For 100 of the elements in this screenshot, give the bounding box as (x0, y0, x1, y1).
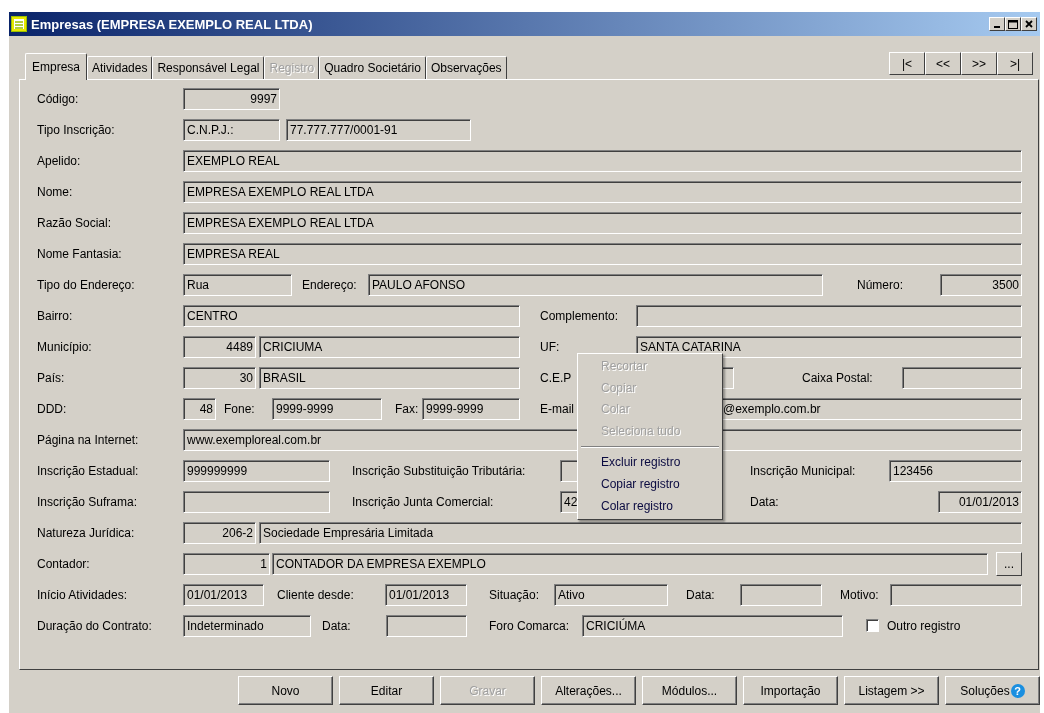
tab[interactable]: Quadro Societário (319, 56, 426, 79)
checkbox[interactable] (866, 619, 879, 632)
record-nav-button[interactable]: |< (889, 52, 925, 75)
text-field[interactable]: 77.777.777/0001-91 (286, 118, 471, 141)
text-field[interactable]: PAULO AFONSO (368, 273, 823, 296)
text-field[interactable]: 1 (183, 552, 270, 575)
action-button[interactable]: Novo (238, 676, 333, 705)
maximize-button[interactable] (1005, 17, 1021, 31)
maximize-icon (1008, 19, 1018, 29)
tab[interactable]: Responsável Legal (152, 56, 265, 79)
text-field[interactable]: 9997 (183, 87, 280, 110)
field-label: Nome: (37, 184, 74, 199)
menu-item[interactable]: Excluir registro (578, 452, 722, 474)
text-field[interactable]: EMPRESA EXEMPLO REAL LTDA (183, 211, 1022, 234)
record-nav-button[interactable]: << (925, 52, 961, 75)
text-field[interactable] (740, 583, 822, 606)
field-label: Número: (857, 277, 904, 292)
field-label: Tipo Inscrição: (37, 122, 116, 137)
text-field[interactable]: EMPRESA EXEMPLO REAL LTDA (183, 180, 1022, 203)
text-field[interactable]: Sociedade Empresária Limitada (259, 521, 1022, 544)
field-label: Caixa Postal: (802, 370, 874, 385)
text-field[interactable] (183, 490, 330, 513)
field-label: Foro Comarca: (489, 618, 571, 633)
text-field[interactable]: 01/01/2013 (938, 490, 1022, 513)
tab[interactable]: Atividades (87, 56, 153, 79)
menu-item[interactable]: Copiar registro (578, 473, 722, 496)
action-button[interactable]: Soluções ? (945, 676, 1040, 705)
text-field[interactable] (386, 614, 467, 637)
minimize-button[interactable] (989, 17, 1005, 31)
close-icon (1025, 20, 1033, 28)
tab[interactable]: Empresa (25, 53, 88, 80)
field-label: Inscrição Substituição Tributária: (352, 463, 527, 478)
field-label: E-mail (540, 401, 575, 416)
text-field[interactable]: CENTRO (183, 304, 520, 327)
field-label: Inscrição Municipal: (750, 463, 857, 478)
text-field[interactable]: 30 (183, 366, 256, 389)
text-field[interactable]: 9999-9999 (422, 397, 520, 420)
field-label: Cliente desde: (277, 587, 355, 602)
text-field[interactable] (636, 304, 1022, 327)
field-label: Nome Fantasia: (37, 246, 123, 261)
text-field[interactable]: 01/01/2013 (385, 583, 467, 606)
field-label: Contador: (37, 556, 91, 571)
field-label: Natureza Jurídica: (37, 525, 136, 540)
text-field[interactable]: Indeterminado (183, 614, 311, 637)
field-label: Inscrição Suframa: (37, 494, 139, 509)
field-label: Apelido: (37, 153, 82, 168)
help-icon: ? (1010, 683, 1025, 698)
text-field[interactable]: 206-2 (183, 521, 256, 544)
text-field[interactable]: CONTADOR DA EMPRESA EXEMPLO (272, 552, 988, 575)
record-nav-button[interactable]: >| (997, 52, 1033, 75)
text-field[interactable]: SANTA CATARINA (636, 335, 1022, 358)
text-field[interactable]: 3500 (940, 273, 1022, 296)
text-field[interactable]: 123456 (889, 459, 1022, 482)
field-label: Motivo: (840, 587, 880, 602)
field-label: DDD: (37, 401, 68, 416)
menu-item[interactable]: Colar registro (578, 495, 722, 518)
field-label: Inscrição Estadual: (37, 463, 140, 478)
record-nav-button[interactable]: >> (961, 52, 997, 75)
text-field[interactable]: 01/01/2013 (183, 583, 264, 606)
window-title: Empresas (EMPRESA EXEMPLO REAL LTDA) (31, 16, 314, 32)
field-label: Início Atividades: (37, 587, 129, 602)
field-label: Duração do Contrato: (37, 618, 153, 633)
field-label: Situação: (489, 587, 541, 602)
field-label: Data: (750, 494, 780, 509)
text-field[interactable]: 9999-9999 (272, 397, 382, 420)
field-label: Razão Social: (37, 215, 113, 230)
text-field[interactable]: C.N.P.J.: (183, 118, 280, 141)
text-field[interactable]: Rua (183, 273, 292, 296)
text-field[interactable] (890, 583, 1022, 606)
text-field[interactable]: BRASIL (259, 366, 520, 389)
field-label: Fax: (395, 401, 420, 416)
text-field[interactable]: EXEMPLO REAL (183, 149, 1022, 172)
action-button[interactable]: Módulos... (642, 676, 737, 705)
text-field[interactable]: Ativo (554, 583, 668, 606)
close-button[interactable] (1021, 17, 1037, 31)
field-label: Data: (322, 618, 352, 633)
field-label: Fone: (224, 401, 256, 416)
field-label: Complemento: (540, 308, 620, 323)
text-field[interactable]: 48 (183, 397, 216, 420)
text-field[interactable]: EMPRESA REAL (183, 242, 1022, 265)
field-label: Endereço: (302, 277, 358, 292)
action-button[interactable]: Listagem >> (844, 676, 939, 705)
text-field[interactable]: CRICIUMA (259, 335, 520, 358)
action-button[interactable]: Alterações... (541, 676, 636, 705)
text-field[interactable]: 999999999 (183, 459, 330, 482)
field-label: Tipo do Endereço: (37, 277, 136, 292)
text-field[interactable]: 4489 (183, 335, 256, 358)
browse-button[interactable]: ... (996, 551, 1022, 576)
action-button[interactable]: Importação (743, 676, 838, 705)
tab[interactable]: Observações (425, 56, 507, 79)
field-label: Página na Internet: (37, 432, 140, 447)
action-button[interactable]: Editar (339, 676, 434, 705)
text-field[interactable] (902, 366, 1022, 389)
field-label: Município: (37, 339, 93, 354)
field-label: Data: (686, 587, 716, 602)
field-label: Código: (37, 91, 80, 106)
field-label: C.E.P (540, 370, 573, 385)
field-label: Bairro: (37, 308, 74, 323)
text-field[interactable]: CRICIÚMA (582, 614, 843, 637)
checkbox-label: Outro registro (887, 618, 961, 633)
